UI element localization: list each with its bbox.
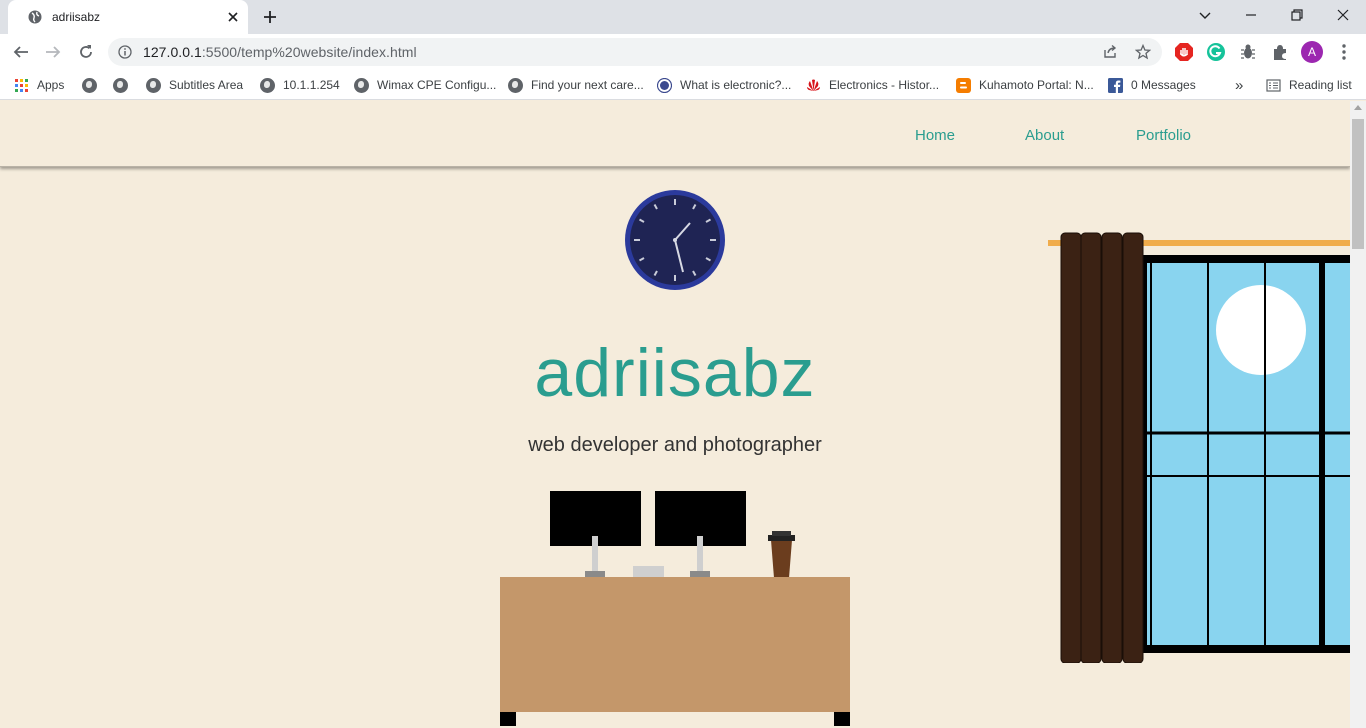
bookmark-label: Apps: [37, 78, 65, 92]
bookmark-label: 10.1.1.254: [283, 78, 340, 92]
close-icon[interactable]: [226, 10, 240, 24]
bookmark-kuhamoto[interactable]: Kuhamoto Portal: N...: [956, 76, 1094, 94]
nav-link-home[interactable]: Home: [915, 127, 955, 144]
star-bookmark-icon[interactable]: [1135, 44, 1151, 60]
restore-icon[interactable]: [1290, 8, 1304, 22]
bookmark-apps[interactable]: Apps: [14, 76, 64, 94]
bookmark-electronic[interactable]: What is electronic?...: [657, 76, 791, 94]
extensions-puzzle-icon[interactable]: [1270, 42, 1290, 62]
kebab-menu-icon[interactable]: [1334, 42, 1354, 62]
bd-logo-icon: [657, 77, 672, 93]
bookmarks-overflow-button[interactable]: »: [1235, 76, 1243, 94]
scroll-up-arrow-icon[interactable]: [1354, 105, 1362, 110]
bookmark-10-1-1-254[interactable]: 10.1.1.254: [260, 76, 340, 94]
info-icon[interactable]: [118, 45, 132, 59]
back-arrow-icon[interactable]: [12, 43, 30, 61]
scroll-thumb[interactable]: [1352, 119, 1364, 249]
site-header: Home About Portfolio: [0, 101, 1350, 167]
reading-list-icon: [1266, 78, 1281, 92]
forward-arrow-icon[interactable]: [44, 43, 62, 61]
bookmark-label: Find your next care...: [531, 78, 644, 92]
bookmark-label: Subtitles Area: [169, 78, 244, 92]
nav-link-about[interactable]: About: [1025, 127, 1064, 144]
reading-list-button[interactable]: Reading list: [1266, 76, 1352, 94]
bookmark-label: 0 Messages: [1131, 78, 1196, 92]
tab-search-chevron-icon[interactable]: [1198, 8, 1212, 22]
adblock-icon[interactable]: [1174, 42, 1194, 62]
grammarly-icon[interactable]: [1206, 42, 1226, 62]
globe-icon: [28, 10, 42, 24]
tab-strip: adriisabz: [0, 0, 1366, 34]
bookmark-label: Wimax CPE Configu...: [377, 78, 497, 92]
bookmark-find-career[interactable]: Find your next care...: [508, 76, 644, 94]
facebook-icon: [1108, 77, 1123, 93]
bookmarks-bar: Apps Subtitles Area 10.1.1.254 Wimax CPE…: [0, 70, 1366, 100]
bookmark-globe-1[interactable]: [82, 76, 105, 94]
browser-tab[interactable]: adriisabz: [8, 0, 248, 34]
curtain: [1060, 232, 1144, 663]
reload-icon[interactable]: [77, 43, 95, 61]
window-close-icon[interactable]: [1336, 8, 1350, 22]
bookmark-label: Electronics - Histor...: [829, 78, 940, 92]
reading-list-label: Reading list: [1289, 78, 1352, 92]
desk-illustration: [500, 491, 850, 726]
page-viewport: Home About Portfolio adriisabz web devel…: [0, 101, 1350, 728]
browser-toolbar: 127.0.0.1:5500/temp%20website/index.html…: [0, 34, 1366, 70]
minimize-icon[interactable]: [1244, 8, 1258, 22]
globe-icon: [146, 77, 161, 93]
bookmark-label: What is electronic?...: [680, 78, 792, 92]
bookmark-electronics-history[interactable]: Electronics - Histor...: [806, 76, 939, 94]
coffee-cup: [771, 540, 792, 578]
bookmark-subtitles-area[interactable]: Subtitles Area: [146, 76, 243, 94]
profile-avatar[interactable]: A: [1301, 41, 1323, 63]
globe-icon: [508, 77, 523, 93]
url-text: 127.0.0.1:5500/temp%20website/index.html: [143, 44, 417, 60]
tab-title: adriisabz: [52, 10, 101, 24]
nav-link-portfolio[interactable]: Portfolio: [1136, 127, 1191, 144]
share-icon[interactable]: [1102, 44, 1118, 60]
wall-clock-illustration: [625, 190, 725, 290]
bug-icon[interactable]: [1238, 42, 1258, 62]
huawei-icon: [807, 79, 820, 91]
address-bar[interactable]: 127.0.0.1:5500/temp%20website/index.html: [108, 38, 1162, 66]
globe-icon: [113, 77, 128, 93]
bookmark-wimax[interactable]: Wimax CPE Configu...: [354, 76, 496, 94]
new-tab-icon[interactable]: [262, 9, 278, 25]
globe-icon: [82, 77, 97, 93]
keyboard: [633, 566, 664, 578]
globe-icon: [260, 77, 275, 93]
bookmark-messages[interactable]: 0 Messages: [1108, 76, 1196, 94]
bookmark-label: Kuhamoto Portal: N...: [979, 78, 1094, 92]
apps-grid-icon: [15, 78, 28, 92]
window-illustration: [1048, 232, 1350, 663]
blogger-icon: [956, 77, 971, 93]
globe-icon: [354, 77, 369, 93]
bookmark-globe-2[interactable]: [113, 76, 136, 94]
moon: [1216, 285, 1306, 375]
page-scrollbar[interactable]: [1350, 101, 1366, 728]
